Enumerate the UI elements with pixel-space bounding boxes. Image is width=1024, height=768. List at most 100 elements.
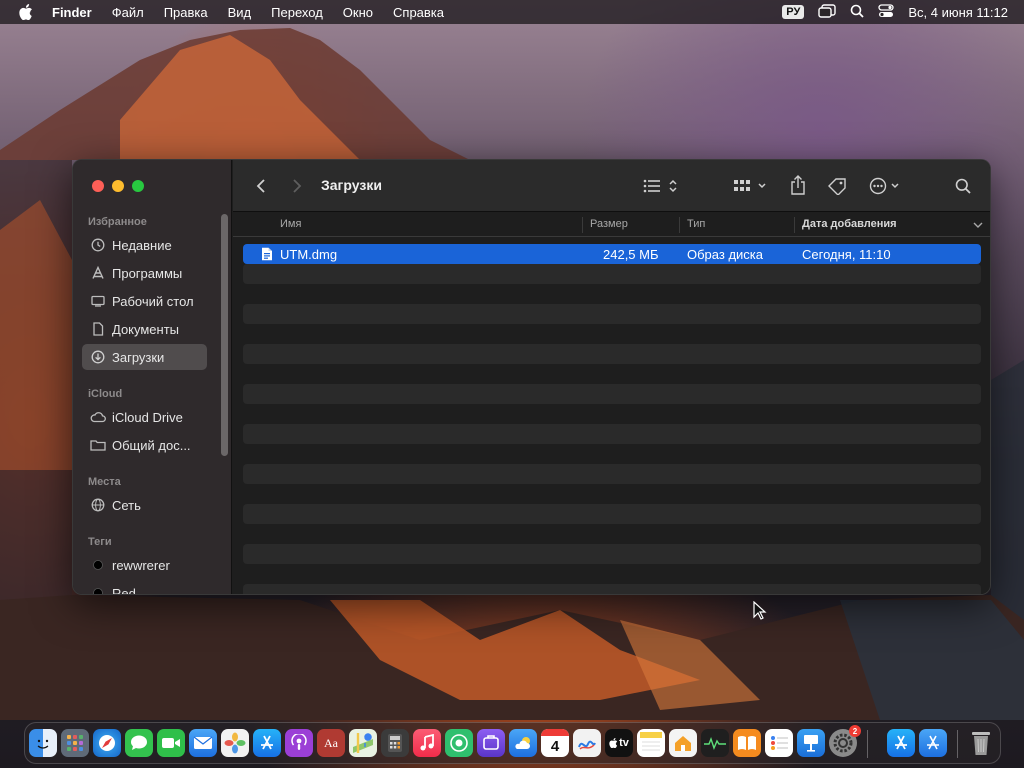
dock-calculator-icon[interactable]: [381, 729, 409, 757]
dock-app-store-recent-icon[interactable]: [887, 729, 915, 757]
column-size[interactable]: Размер: [590, 218, 628, 230]
column-header: Имя Размер Тип Дата добавления: [233, 213, 990, 237]
menu-window[interactable]: Окно: [343, 5, 373, 20]
sidebar-item-label: Программы: [112, 265, 183, 281]
sidebar-section-locations: Места: [88, 476, 121, 488]
sidebar-item-shared[interactable]: Общий дос...: [82, 432, 207, 458]
tag-icon[interactable]: [827, 176, 849, 196]
tag-dot-icon: [90, 585, 106, 594]
dock-maps-icon[interactable]: [349, 729, 377, 757]
dock-notes-icon[interactable]: [637, 729, 665, 757]
sidebar-item-icloud-drive[interactable]: iCloud Drive: [82, 404, 207, 430]
sidebar-item-network[interactable]: Сеть: [82, 492, 207, 518]
toolbar: Загрузки: [233, 160, 990, 212]
mouse-cursor: [753, 601, 767, 620]
column-date-added[interactable]: Дата добавления: [802, 218, 897, 230]
sidebar-item-desktop[interactable]: Рабочий стол: [82, 288, 207, 314]
menubar-clock[interactable]: Вс, 4 июня 11:12: [908, 5, 1008, 20]
menu-finder[interactable]: Finder: [52, 5, 92, 20]
dock-trash-icon[interactable]: [967, 729, 995, 757]
column-divider[interactable]: [582, 217, 583, 233]
sidebar-section-favorites: Избранное: [88, 216, 147, 228]
input-language-indicator[interactable]: РУ: [782, 5, 805, 19]
file-size: 242,5 МБ: [603, 247, 659, 262]
back-button[interactable]: [253, 176, 269, 196]
search-icon[interactable]: [954, 177, 972, 195]
more-actions-icon[interactable]: [869, 176, 905, 196]
tag-dot-icon: [90, 557, 106, 573]
applications-icon: [90, 265, 106, 281]
dock-photos-icon[interactable]: [221, 729, 249, 757]
clock-icon: [90, 237, 106, 253]
column-divider[interactable]: [679, 217, 680, 233]
menu-view[interactable]: Вид: [228, 5, 252, 20]
file-kind: Образ диска: [687, 247, 763, 262]
dock-keynote-icon[interactable]: [797, 729, 825, 757]
dock-mail-icon[interactable]: [189, 729, 217, 757]
sidebar-item-documents[interactable]: Документы: [82, 316, 207, 342]
sidebar-scrollbar[interactable]: [221, 214, 228, 456]
dock-messages-icon[interactable]: [125, 729, 153, 757]
column-kind[interactable]: Тип: [687, 218, 705, 230]
group-grid-button[interactable]: [733, 176, 769, 196]
sidebar-item-applications[interactable]: Программы: [82, 260, 207, 286]
dock-app-store-icon[interactable]: [253, 729, 281, 757]
sidebar-item-label: Рабочий стол: [112, 293, 194, 309]
sort-descending-icon[interactable]: [973, 221, 983, 229]
apple-menu-icon[interactable]: [18, 4, 34, 20]
dock-finder-icon[interactable]: [29, 729, 57, 757]
control-center-icon[interactable]: [878, 3, 894, 21]
empty-row: [243, 544, 981, 564]
spotlight-search-icon[interactable]: [850, 4, 864, 21]
notification-badge: 2: [849, 725, 861, 737]
sidebar-item-label: Red: [112, 585, 136, 595]
sidebar-section-icloud: iCloud: [88, 388, 123, 400]
table-row[interactable]: UTM.dmg 242,5 МБ Образ диска Сегодня, 11…: [243, 244, 981, 264]
cloud-icon: [90, 409, 106, 425]
dock-safari-icon[interactable]: [93, 729, 121, 757]
dock-utility-app-icon[interactable]: [477, 729, 505, 757]
dock-books-icon[interactable]: [733, 729, 761, 757]
network-icon: [90, 497, 106, 513]
share-icon[interactable]: [789, 174, 807, 196]
dock-system-settings-icon[interactable]: 2: [829, 725, 861, 757]
dock-dictionary-icon[interactable]: Aa: [317, 729, 345, 757]
calendar-day: 4: [550, 737, 560, 755]
sidebar-item-label: Загрузки: [112, 349, 165, 365]
dock-reminders-icon[interactable]: [765, 729, 793, 757]
dock-facetime-icon[interactable]: [157, 729, 185, 757]
zoom-button[interactable]: [132, 180, 144, 192]
forward-button[interactable]: [289, 176, 305, 196]
menu-edit[interactable]: Правка: [164, 5, 208, 20]
sidebar-item-tag-rewwrerer[interactable]: rewwrerer: [82, 552, 207, 578]
column-name[interactable]: Имя: [280, 218, 301, 230]
sidebar-item-downloads[interactable]: Загрузки: [82, 344, 207, 370]
file-browser: Загрузки Имя Размер Тип Дата добавления …: [233, 160, 990, 594]
dock-home-icon[interactable]: [669, 729, 697, 757]
dock-music-icon[interactable]: [413, 729, 441, 757]
dock-freeform-icon[interactable]: [573, 729, 601, 757]
dock-podcasts-icon[interactable]: [285, 729, 313, 757]
view-list-button[interactable]: [643, 176, 681, 196]
stage-manager-icon[interactable]: [818, 3, 837, 21]
dock-weather-icon[interactable]: [509, 729, 537, 757]
menu-file[interactable]: Файл: [112, 5, 144, 20]
menu-go[interactable]: Переход: [271, 5, 323, 20]
sidebar-item-label: Документы: [112, 321, 180, 337]
dock-downloads-stack-icon[interactable]: [919, 729, 947, 757]
dock-find-my-icon[interactable]: [445, 729, 473, 757]
file-name: UTM.dmg: [280, 247, 338, 262]
dock-launchpad-icon[interactable]: [61, 729, 89, 757]
empty-row: [243, 304, 981, 324]
empty-row: [243, 424, 981, 444]
sidebar-item-recents[interactable]: Недавние: [82, 232, 207, 258]
minimize-button[interactable]: [112, 180, 124, 192]
dock-calendar-icon[interactable]: 4: [541, 729, 569, 757]
sidebar-item-tag-red[interactable]: Red: [82, 580, 207, 595]
dock-apple-tv-icon[interactable]: tv: [605, 729, 633, 757]
finder-window: Избранное Недавние Программы Рабочий сто…: [72, 159, 991, 595]
menu-help[interactable]: Справка: [393, 5, 444, 20]
close-button[interactable]: [92, 180, 104, 192]
column-divider[interactable]: [794, 217, 795, 233]
dock-activity-monitor-icon[interactable]: [701, 729, 729, 757]
